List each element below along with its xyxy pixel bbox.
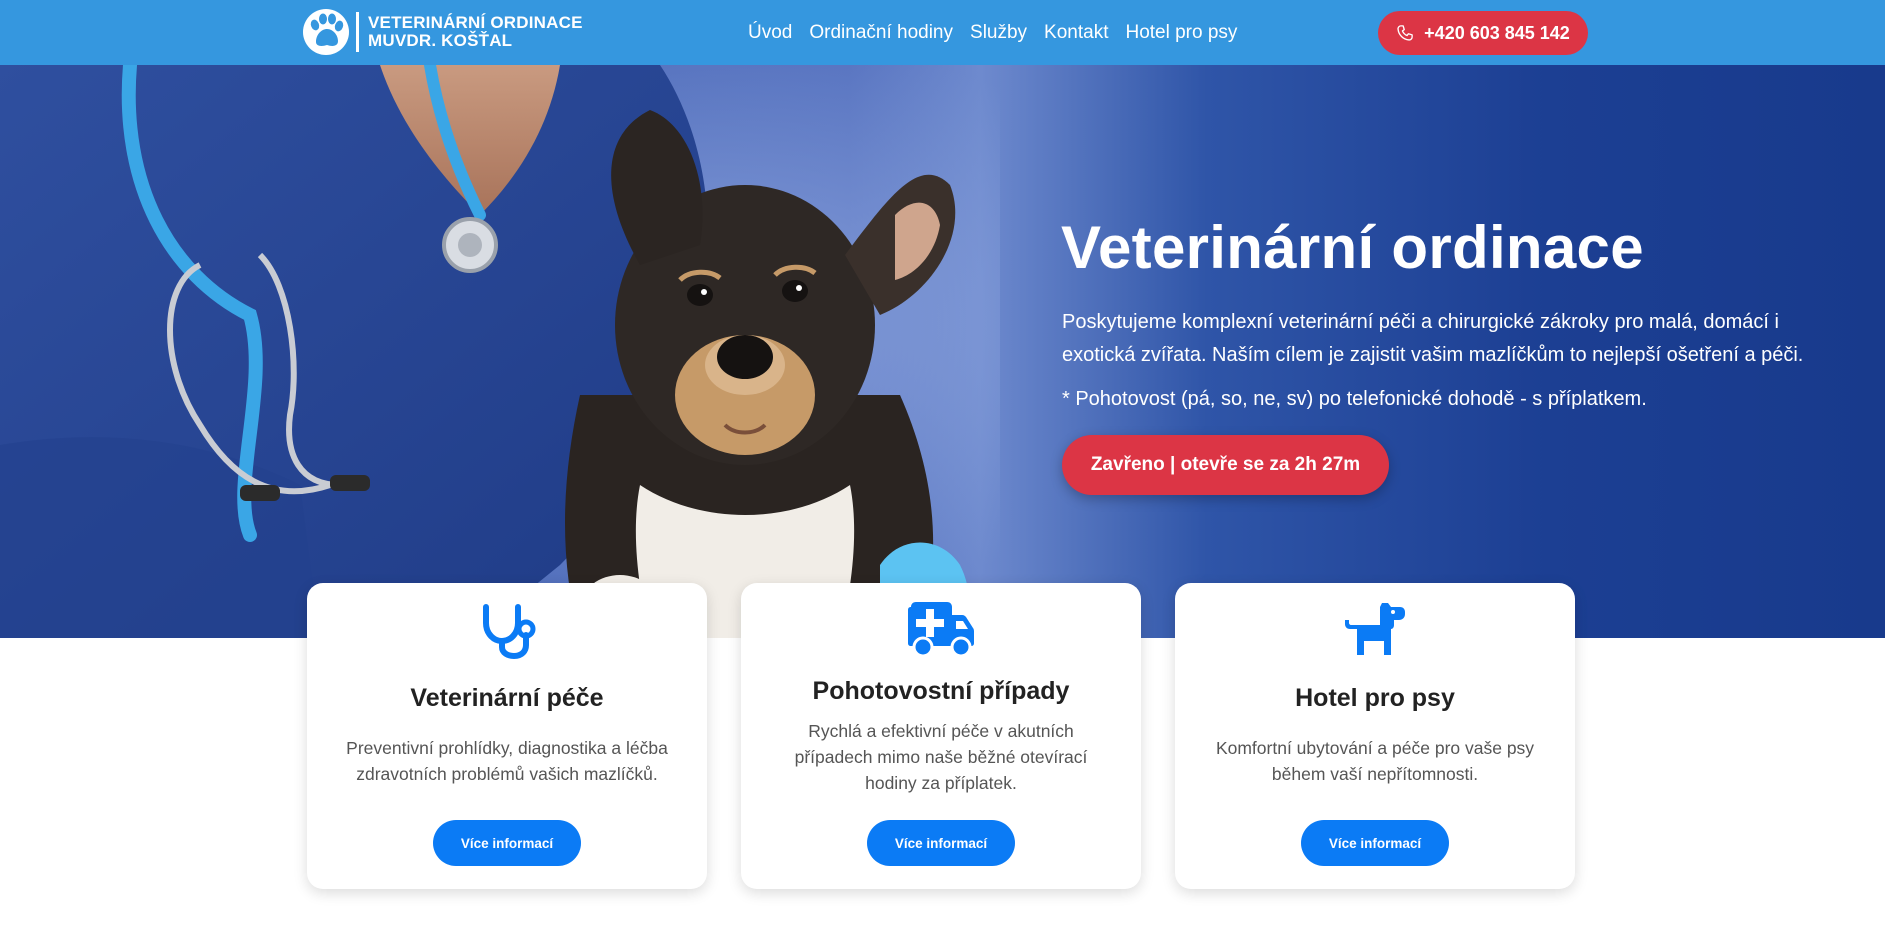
- phone-button[interactable]: +420 603 845 142: [1378, 11, 1588, 55]
- navbar: VETERINÁRNÍ ORDINACE MUVDR. KOŠŤAL Úvod …: [0, 0, 1885, 65]
- card-text: Preventivní prohlídky, diagnostika a léč…: [346, 738, 668, 784]
- brand-divider: [356, 12, 359, 52]
- card-title: Veterinární péče: [410, 684, 604, 712]
- vet-with-puppy-photo: [0, 65, 1000, 638]
- service-card-emergency: Pohotovostní případy Rychlá a efektivní …: [741, 583, 1141, 889]
- stethoscope-icon: [483, 604, 536, 659]
- card-title: Hotel pro psy: [1295, 684, 1455, 712]
- hero-title: Veterinární ordinace: [1061, 214, 1644, 281]
- nav-item-hotel-pro-psy[interactable]: Hotel pro psy: [1125, 22, 1237, 44]
- main-nav: Úvod Ordinační hodiny Služby Kontakt Hot…: [748, 0, 1254, 65]
- more-info-button[interactable]: Více informací: [867, 820, 1015, 866]
- brand-line-2: MUVDR. KOŠŤAL: [368, 31, 513, 50]
- hero-description: Poskytujeme komplexní veterinární péči a…: [1062, 311, 1804, 366]
- brand-text: VETERINÁRNÍ ORDINACE MUVDR. KOŠŤAL: [368, 14, 583, 50]
- ambulance-icon: [908, 602, 974, 657]
- brand-line-1: VETERINÁRNÍ ORDINACE: [368, 13, 583, 32]
- nav-item-kontakt[interactable]: Kontakt: [1044, 22, 1108, 44]
- phone-icon: [1397, 25, 1413, 41]
- card-title: Pohotovostní případy: [812, 677, 1070, 705]
- nav-item-ordinacni-hodiny[interactable]: Ordinační hodiny: [809, 22, 953, 44]
- paw-icon: [303, 9, 349, 55]
- card-text: Rychlá a efektivní péče v akutních přípa…: [794, 721, 1088, 793]
- service-card-vet-care: Veterinární péče Preventivní prohlídky, …: [307, 583, 707, 889]
- emergency-note: * Pohotovost (pá, so, ne, sv) po telefon…: [1062, 388, 1647, 410]
- brand-logo-link[interactable]: VETERINÁRNÍ ORDINACE MUVDR. KOŠŤAL: [302, 8, 583, 56]
- card-text: Komfortní ubytování a péče pro vaše psy …: [1215, 738, 1535, 784]
- nav-item-sluzby[interactable]: Služby: [970, 22, 1027, 44]
- more-info-button[interactable]: Více informací: [1301, 820, 1449, 866]
- opening-status-button[interactable]: Zavřeno | otevře se za 2h 27m: [1062, 435, 1389, 495]
- hero-section: Veterinární ordinace Poskytujeme komplex…: [0, 65, 1885, 638]
- phone-number: +420 603 845 142: [1424, 22, 1570, 43]
- dog-icon: [1345, 603, 1405, 655]
- service-card-dog-hotel: Hotel pro psy Komfortní ubytování a péče…: [1175, 583, 1575, 889]
- nav-item-uvod[interactable]: Úvod: [748, 22, 792, 44]
- more-info-button[interactable]: Více informací: [433, 820, 581, 866]
